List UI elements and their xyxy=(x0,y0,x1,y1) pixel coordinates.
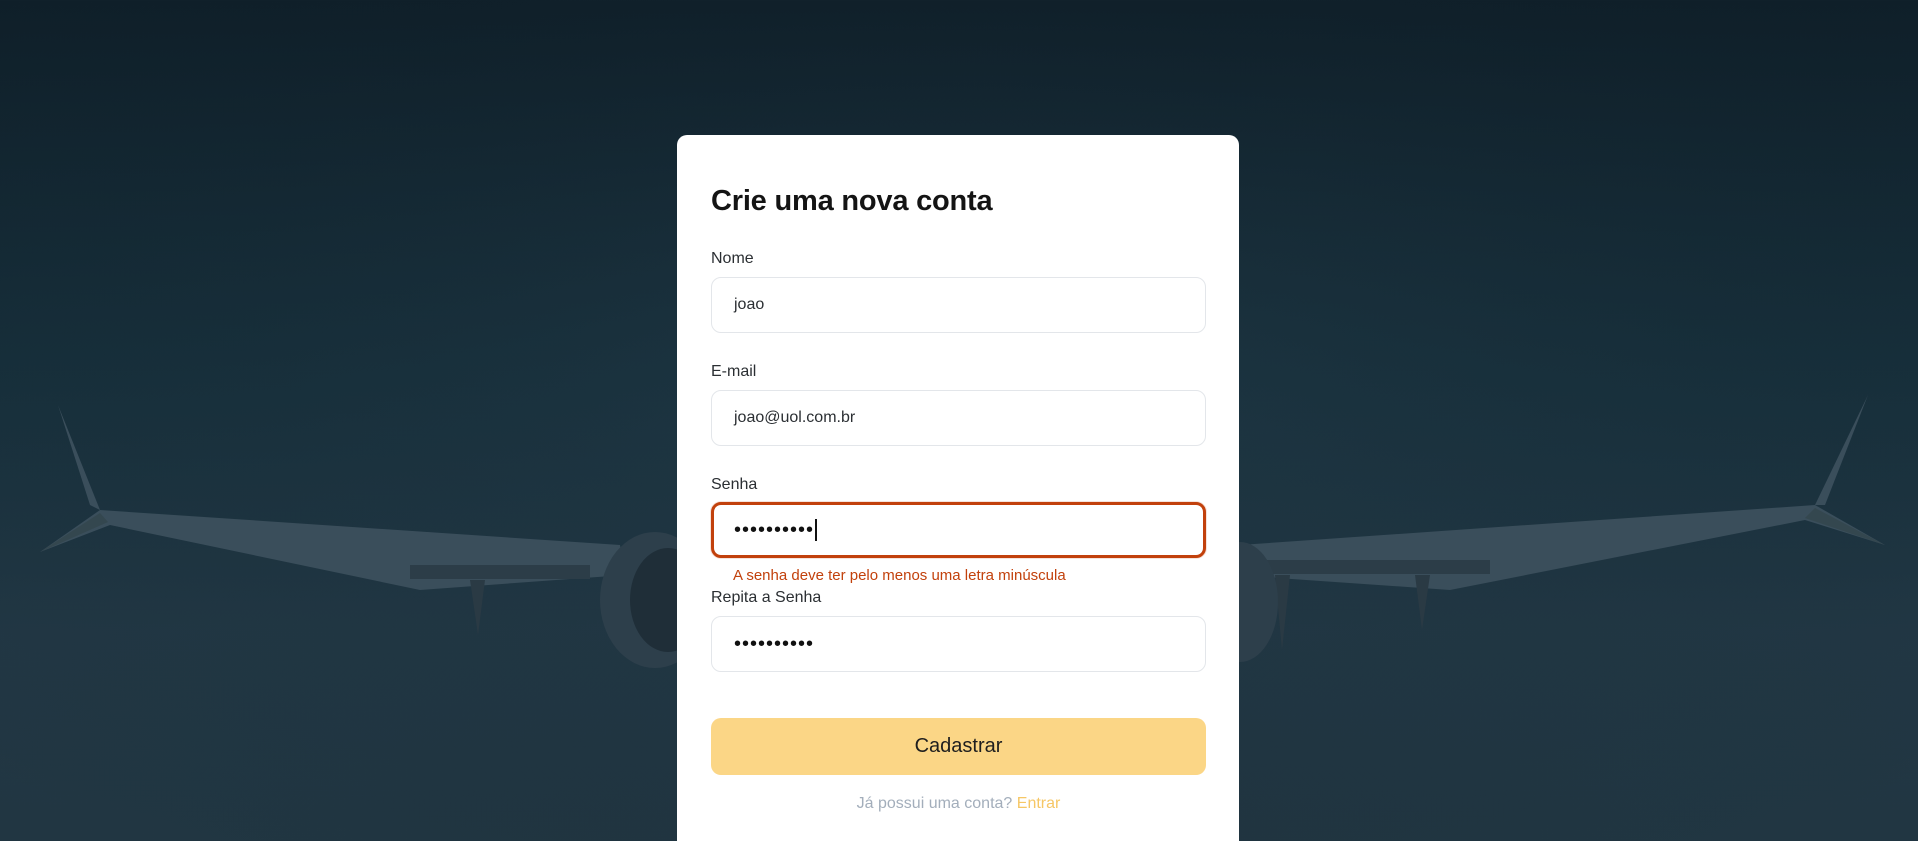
page-title: Crie uma nova conta xyxy=(711,185,993,217)
login-prompt: Já possui uma conta? Entrar xyxy=(711,795,1206,813)
password-input-value: •••••••••• xyxy=(734,518,815,541)
signup-card: Crie uma nova conta Nome joao E-mail joa… xyxy=(677,135,1239,841)
confirm-password-input[interactable]: •••••••••• xyxy=(711,616,1206,672)
password-label: Senha xyxy=(711,476,758,493)
email-label: E-mail xyxy=(711,363,757,380)
name-label: Nome xyxy=(711,250,754,267)
password-error-message: A senha deve ter pelo menos uma letra mi… xyxy=(733,567,1066,584)
confirm-password-label: Repita a Senha xyxy=(711,589,822,606)
login-prompt-text: Já possui uma conta? xyxy=(856,795,1013,812)
name-input-value: joao xyxy=(734,296,765,313)
signup-submit-button[interactable]: Cadastrar xyxy=(711,718,1206,775)
email-input-value: joao@uol.com.br xyxy=(734,409,856,426)
confirm-password-input-value: •••••••••• xyxy=(734,632,815,655)
text-caret xyxy=(815,519,818,541)
email-input[interactable]: joao@uol.com.br xyxy=(711,390,1206,446)
name-input[interactable]: joao xyxy=(711,277,1206,333)
login-link[interactable]: Entrar xyxy=(1017,795,1061,812)
password-input[interactable]: •••••••••• xyxy=(711,502,1206,558)
